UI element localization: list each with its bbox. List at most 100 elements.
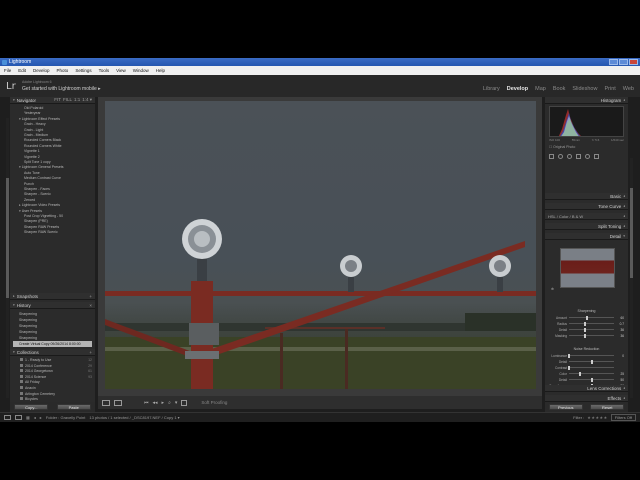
slider-value[interactable]: 50 (614, 378, 624, 382)
slider-value[interactable]: 0 (614, 354, 624, 358)
module-map[interactable]: Map (535, 86, 546, 92)
page-1-button[interactable] (4, 415, 11, 420)
left-scroll-thumb[interactable] (6, 178, 9, 298)
slider-handle[interactable] (590, 359, 593, 364)
collection-item[interactable]: All Friday (20, 380, 92, 384)
slider-track[interactable] (569, 327, 614, 332)
collections-header[interactable]: ▾ Collections + (10, 349, 95, 356)
play-button[interactable]: ▸ (162, 400, 165, 406)
crop-tool-icon[interactable] (549, 153, 554, 159)
slider-handle[interactable] (568, 365, 570, 370)
collection-item[interactable]: 1 - Ready to Use 12 (20, 358, 92, 362)
collection-item[interactable]: Bicycles (20, 397, 92, 401)
histogram-header[interactable]: Histogram ◂ (545, 97, 628, 104)
slider-value[interactable]: 36 (614, 328, 624, 332)
menu-tools[interactable]: Tools (99, 68, 110, 73)
preset-item[interactable]: ▾ User Presets (19, 209, 42, 213)
slider-handle[interactable] (579, 371, 582, 376)
preset-item[interactable]: Grain - Heavy (24, 122, 46, 126)
effects-header[interactable]: Effects ◂ (545, 395, 628, 402)
preset-item[interactable]: Sharpen (PRE) (24, 219, 48, 223)
slider-handle[interactable] (590, 377, 593, 382)
minimize-button[interactable] (609, 59, 618, 65)
module-slideshow[interactable]: Slideshow (572, 86, 597, 92)
detail-preview[interactable] (560, 248, 615, 288)
preset-item[interactable]: ▾ Lightroom General Presets (19, 165, 64, 169)
red-eye-icon[interactable] (567, 153, 572, 159)
rewind-icon[interactable]: ⏮ (144, 400, 149, 406)
menu-develop[interactable]: Develop (33, 68, 50, 73)
right-scroll-thumb[interactable] (630, 188, 633, 278)
preset-item[interactable]: Grain - Medium (24, 133, 48, 137)
preset-item[interactable]: Post Crop Vignetting - 50 (24, 214, 63, 218)
right-panel-scrollbar[interactable] (630, 158, 633, 398)
add-snapshot-button[interactable]: + (89, 294, 92, 299)
menu-file[interactable]: File (4, 68, 11, 73)
histogram-chart[interactable] (549, 106, 624, 137)
module-print[interactable]: Print (604, 86, 615, 92)
spot-removal-icon[interactable] (558, 153, 563, 159)
zoom-fill[interactable]: FILL (63, 97, 72, 103)
grid-view-icon[interactable]: ▦ (26, 415, 30, 420)
menu-view[interactable]: View (116, 68, 126, 73)
preset-item[interactable]: ▸ Lightroom Video Presets (19, 203, 60, 207)
paste-button[interactable]: Paste (56, 404, 91, 410)
selection-info[interactable]: 13 photos / 1 selected / _DSC8197.NEF / … (89, 415, 179, 420)
preset-item[interactable]: Split Tone 1 copy (24, 160, 51, 164)
menu-edit[interactable]: Edit (18, 68, 26, 73)
tone-curve-header[interactable]: Tone Curve ◂ (545, 203, 628, 210)
slider-track[interactable] (569, 359, 614, 364)
softproof-checkbox[interactable] (181, 399, 188, 406)
maximize-button[interactable] (619, 59, 628, 65)
radial-filter-icon[interactable] (585, 153, 590, 159)
before-after-view-icon[interactable] (114, 399, 122, 406)
lens-corrections-header[interactable]: Lens Corrections ◂ (545, 385, 628, 392)
zoom-1-1[interactable]: 1:1 (74, 97, 80, 103)
zoom-fit[interactable]: FIT (54, 97, 61, 103)
preset-item[interactable]: Sharpen RAW Scenic (24, 230, 58, 234)
preset-item[interactable]: Medium Contrast Curve (24, 176, 61, 180)
module-library[interactable]: Library (483, 86, 500, 92)
preset-item[interactable]: Sharpen - Scenic (24, 192, 51, 196)
filter-dropdown[interactable]: Filters Off (610, 414, 636, 421)
module-web[interactable]: Web (623, 86, 634, 92)
preset-item[interactable]: ▾ Lightroom Effect Presets (19, 117, 60, 121)
original-photo-toggle[interactable]: ☐ Original Photo (549, 145, 575, 149)
rating-filter[interactable]: ★★★★★ (587, 415, 607, 420)
menu-window[interactable]: Window (133, 68, 149, 73)
menu-help[interactable]: Help (156, 68, 165, 73)
slider-track[interactable] (569, 321, 614, 326)
collection-item[interactable]: 2014 Conference 29 (20, 363, 92, 368)
preset-item[interactable]: Punch (24, 182, 34, 186)
slider-track[interactable] (569, 377, 614, 382)
menu-photo[interactable]: Photo (57, 68, 69, 73)
module-book[interactable]: Book (553, 86, 566, 92)
hsl-header[interactable]: HSL / Color / B & W ◂ (545, 213, 628, 220)
slider-value[interactable]: 36 (614, 334, 624, 338)
preset-item[interactable]: Vignette 1 (24, 149, 40, 153)
adjustment-brush-icon[interactable] (594, 153, 599, 159)
collection-item[interactable]: Anacin (20, 386, 92, 390)
preset-item[interactable]: Sharpen RAW Presets (24, 225, 59, 229)
preset-item[interactable]: Yesteryear (24, 111, 41, 115)
slider-track[interactable] (568, 365, 614, 370)
basic-header[interactable]: Basic ◂ (545, 193, 628, 200)
slider-track[interactable] (569, 371, 614, 376)
preset-item[interactable]: Sharpen - Faces (24, 187, 50, 191)
slider-handle[interactable] (568, 353, 570, 358)
copy-button[interactable]: Copy... (14, 404, 49, 410)
previous-button[interactable]: Previous (548, 404, 583, 410)
slider-handle[interactable] (583, 321, 586, 326)
preset-item[interactable]: Rounded Corners Black (24, 138, 61, 142)
split-toning-header[interactable]: Split Toning ◂ (545, 223, 628, 230)
step-back-icon[interactable]: ◂◂ (153, 400, 158, 406)
page-2-button[interactable] (15, 415, 22, 420)
slider-track[interactable] (569, 315, 614, 320)
close-button[interactable] (629, 59, 638, 65)
photo-preview[interactable] (105, 101, 536, 389)
clear-history-button[interactable]: × (89, 303, 92, 308)
left-panel-scrollbar[interactable] (6, 118, 9, 398)
zoom-custom[interactable]: 1:4 ▾ (82, 97, 92, 103)
reset-button[interactable]: Reset (590, 404, 625, 410)
history-item[interactable]: Create Virtual Copy 09/26/2014 8:00:00 (13, 341, 92, 347)
